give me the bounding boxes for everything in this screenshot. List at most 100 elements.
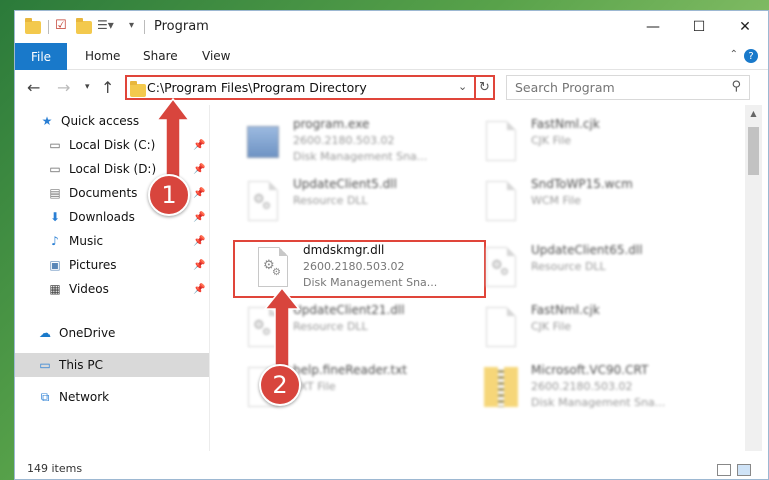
dropdown-icon[interactable]: ▾ — [129, 20, 134, 38]
file-detail: WCM File — [531, 194, 581, 207]
address-bar[interactable]: C:\Program Files\Program Directory ⌄ ↻ — [125, 75, 495, 100]
film-icon: ▦ — [49, 282, 61, 296]
list-item[interactable]: ⚙ ⚙ UpdateClient21.dll Resource DLL — [243, 301, 473, 357]
help-icon[interactable]: ? — [744, 49, 758, 63]
cloud-icon: ☁ — [39, 326, 51, 340]
file-name: Microsoft.VC90.CRT — [531, 363, 649, 377]
folder-icon — [130, 81, 146, 97]
zip-folder-icon — [481, 364, 521, 410]
file-detail: Resource DLL — [293, 320, 368, 333]
file-tab[interactable]: File — [15, 43, 67, 70]
vertical-scrollbar[interactable]: ▲ — [745, 105, 762, 451]
recent-locations-chevron-icon[interactable]: ▾ — [85, 82, 90, 92]
drive-icon: ▭ — [49, 162, 61, 176]
item-count: 149 items — [27, 462, 83, 475]
highlight-box — [233, 240, 486, 298]
search-icon[interactable]: ⚲ — [731, 79, 741, 94]
pin-icon[interactable]: 📌 — [193, 188, 205, 199]
pin-icon[interactable]: 📌 — [193, 140, 205, 151]
pane-divider — [209, 105, 210, 451]
sidebar-item-this-pc[interactable]: ▭ This PC — [15, 353, 209, 377]
forward-arrow-icon[interactable]: → — [57, 78, 70, 97]
back-arrow-icon[interactable]: ← — [27, 78, 40, 97]
sidebar-item-quick-access[interactable]: ★ Quick access — [15, 109, 209, 133]
sidebar-item-network[interactable]: ⧉ Network — [15, 385, 209, 409]
tab-home[interactable]: Home — [85, 49, 120, 63]
dll-gear-icon: ⚙ ⚙ — [481, 244, 521, 290]
tab-view[interactable]: View — [202, 49, 230, 63]
properties-checkmark-icon[interactable]: ☑ — [55, 18, 67, 36]
file-name: help.fineReader.txt — [293, 363, 407, 377]
sidebar-item-videos[interactable]: ▦ Videos 📌 — [15, 277, 209, 301]
file-name: UpdateClient5.dll — [293, 177, 397, 191]
list-item[interactable]: FastNml.cjk CJK File — [481, 115, 711, 171]
documents-icon: ▤ — [49, 186, 61, 200]
sidebar-item-label: Videos — [69, 282, 109, 296]
star-icon: ★ — [41, 114, 53, 128]
details-view-icon[interactable] — [717, 464, 731, 476]
file-detail: CJK File — [531, 320, 572, 333]
folder-icon — [25, 18, 41, 36]
refresh-icon[interactable]: ↻ — [474, 77, 493, 98]
search-input[interactable] — [515, 80, 715, 95]
ribbon: File Home Share View ⌃ ? — [15, 43, 768, 70]
navigation-bar: ← → ▾ ↑ C:\Program Files\Program Directo… — [15, 70, 768, 104]
file-description: Disk Management Sna... — [531, 396, 666, 409]
status-bar: 149 items — [15, 451, 768, 479]
music-note-icon: ♪ — [51, 234, 59, 248]
download-arrow-icon: ⬇ — [49, 210, 61, 224]
minimize-button[interactable]: — — [630, 11, 676, 43]
pin-icon[interactable]: 📌 — [193, 284, 205, 295]
sidebar-item-label: This PC — [59, 358, 103, 372]
new-folder-icon[interactable] — [76, 18, 92, 36]
pin-icon[interactable]: 📌 — [193, 260, 205, 271]
sidebar-item-label: Documents — [69, 186, 138, 200]
close-button[interactable]: ✕ — [722, 11, 768, 43]
scroll-up-icon[interactable]: ▲ — [745, 105, 762, 122]
file-name: UpdateClient21.dll — [293, 303, 405, 317]
maximize-button[interactable]: ☐ — [676, 11, 722, 43]
sidebar-item-pictures[interactable]: ▣ Pictures 📌 — [15, 253, 209, 277]
file-detail: Resource DLL — [531, 260, 606, 273]
pin-icon[interactable]: 📌 — [193, 164, 205, 175]
collapse-ribbon-icon[interactable]: ⌃ — [730, 49, 738, 60]
explorer-window: ☑ ☰▾ ▾ Program — ☐ ✕ File Home Share Vie… — [14, 10, 769, 480]
sidebar-item-label: OneDrive — [59, 326, 116, 340]
document-icon — [481, 178, 521, 224]
sidebar-item-label: Downloads — [69, 210, 135, 224]
list-item[interactable]: Microsoft.VC90.CRT 2600.2180.503.02 Disk… — [481, 361, 711, 417]
navigation-pane: ★ Quick access ▭ Local Disk (C:) 📌 ▭ Loc… — [15, 105, 209, 451]
file-description: Disk Management Sna... — [293, 150, 428, 163]
dll-gear-icon: ⚙ ⚙ — [243, 178, 283, 224]
pin-icon[interactable]: 📌 — [193, 236, 205, 247]
address-dropdown-icon[interactable]: ⌄ — [458, 80, 467, 93]
address-path: C:\Program Files\Program Directory — [147, 80, 367, 95]
list-item[interactable]: ⚙ ⚙ UpdateClient65.dll Resource DLL — [481, 241, 711, 297]
drive-icon: ▭ — [49, 138, 61, 152]
document-icon — [481, 118, 521, 164]
exe-icon — [243, 118, 283, 164]
customize-toolbar-icon[interactable]: ☰▾ — [97, 18, 114, 36]
file-name: SndToWP15.wcm — [531, 177, 633, 191]
sidebar-item-label: Music — [69, 234, 104, 248]
up-arrow-icon[interactable]: ↑ — [101, 78, 114, 97]
tab-share[interactable]: Share — [143, 49, 178, 63]
monitor-icon: ▭ — [39, 358, 51, 372]
sidebar-item-local-disk-c[interactable]: ▭ Local Disk (C:) 📌 — [15, 133, 209, 157]
file-name: FastNml.cjk — [531, 117, 600, 131]
scrollbar-thumb[interactable] — [748, 127, 759, 175]
pin-icon[interactable]: 📌 — [193, 212, 205, 223]
sidebar-item-label: Quick access — [61, 114, 140, 128]
sidebar-item-label: Pictures — [69, 258, 117, 272]
list-item[interactable]: SndToWP15.wcm WCM File — [481, 175, 711, 231]
list-item[interactable]: FastNml.cjk CJK File — [481, 301, 711, 357]
document-icon — [481, 304, 521, 350]
list-item[interactable]: ⚙ ⚙ UpdateClient5.dll Resource DLL — [243, 175, 473, 231]
file-name: UpdateClient65.dll — [531, 243, 643, 257]
large-icons-view-icon[interactable] — [737, 464, 751, 476]
list-item[interactable]: program.exe 2600.2180.503.02 Disk Manage… — [243, 115, 473, 171]
window-title: Program — [154, 19, 209, 34]
search-box[interactable]: ⚲ — [506, 75, 750, 100]
sidebar-item-music[interactable]: ♪ Music 📌 — [15, 229, 209, 253]
sidebar-item-onedrive[interactable]: ☁ OneDrive — [15, 321, 209, 345]
